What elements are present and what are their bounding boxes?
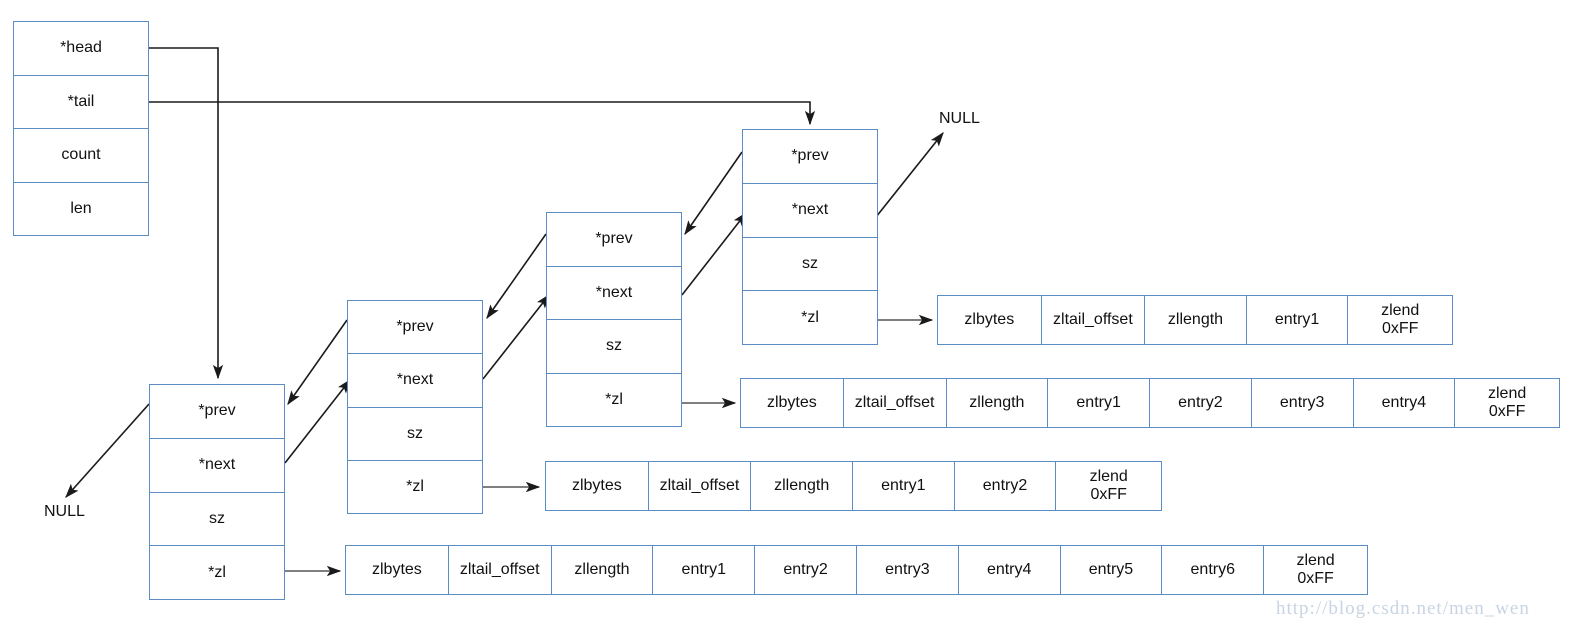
ziplist1-cell-entry5: entry5	[1060, 546, 1163, 594]
ziplist3-cell-entry3: entry3	[1251, 379, 1354, 427]
ziplist3-cell-zllength: zllength	[946, 379, 1049, 427]
ziplist3-cell-entry1: entry1	[1048, 379, 1150, 427]
ziplist3-cell-entry2: entry2	[1150, 379, 1252, 427]
ziplist4-cell-zlbytes: zlbytes	[938, 296, 1042, 344]
null-label-right: NULL	[939, 110, 980, 127]
null-label-left: NULL	[44, 503, 85, 520]
node2-field-zl: *zl	[348, 460, 482, 513]
ziplist3-cell-entry4: entry4	[1353, 379, 1456, 427]
wire-node1-prev-to-null	[65, 403, 150, 498]
quicklist-field-tail: *tail	[14, 75, 148, 129]
ziplist3-cell-zlbytes: zlbytes	[741, 379, 844, 427]
ziplist1-zlend-value: 0xFF	[1297, 570, 1334, 587]
node2-field-next: *next	[348, 354, 482, 408]
ziplist2-zlend-value: 0xFF	[1090, 486, 1127, 503]
ziplist2-cell-entry2: entry2	[954, 462, 1057, 510]
ziplist-node-4: zlbytes zltail_offset zllength entry1 zl…	[937, 295, 1453, 345]
node1-field-next: *next	[150, 438, 284, 493]
ziplist3-cell-zlend: zlend 0xFF	[1455, 379, 1559, 427]
ziplist2-cell-zltail-offset: zltail_offset	[648, 462, 752, 510]
wire-node2-prev-to-node1	[287, 319, 348, 406]
node4-field-prev: *prev	[743, 130, 877, 184]
wire-tail-to-node4	[149, 101, 816, 126]
ziplist-node-3: zlbytes zltail_offset zllength entry1 en…	[740, 378, 1560, 428]
wire-head-to-node1	[149, 47, 224, 380]
ziplist4-zlend-label: zlend	[1381, 301, 1420, 319]
diagram-canvas: *head *tail count len *prev *next sz *zl…	[0, 0, 1575, 630]
ziplist1-cell-zllength: zllength	[551, 546, 654, 594]
quicklist-field-len: len	[14, 182, 148, 235]
wire-node3-next-to-node4	[681, 211, 747, 296]
wire-node3-prev-to-node2	[486, 233, 547, 320]
wire-node4-prev-to-node3	[684, 151, 743, 236]
ziplist-node-1: zlbytes zltail_offset zllength entry1 en…	[345, 545, 1368, 595]
node2-field-prev: *prev	[348, 301, 482, 355]
node4-field-sz: sz	[743, 237, 877, 292]
wire-node4-next-to-null	[875, 131, 944, 218]
ziplist-node-2: zlbytes zltail_offset zllength entry1 en…	[545, 461, 1162, 511]
ziplist4-cell-zllength: zllength	[1145, 296, 1247, 344]
ziplist3-zlend-value: 0xFF	[1488, 403, 1526, 420]
ziplist4-cell-zltail-offset: zltail_offset	[1041, 296, 1146, 344]
quicklist-node-3: *prev *next sz *zl	[546, 212, 682, 427]
wire-node2-next-to-node3	[482, 293, 550, 380]
ziplist3-cell-zltail-offset: zltail_offset	[843, 379, 947, 427]
ziplist2-zlend-label: zlend	[1089, 467, 1128, 485]
ziplist4-zlend-value: 0xFF	[1381, 320, 1419, 337]
ziplist1-cell-entry3: entry3	[856, 546, 959, 594]
node3-field-prev: *prev	[547, 213, 681, 267]
node4-field-next: *next	[743, 183, 877, 238]
ziplist2-cell-zlend: zlend 0xFF	[1056, 462, 1162, 510]
quicklist-field-count: count	[14, 129, 148, 183]
node3-field-next: *next	[547, 266, 681, 320]
node1-field-sz: sz	[150, 492, 284, 547]
ziplist2-cell-entry1: entry1	[853, 462, 955, 510]
node1-field-zl: *zl	[150, 546, 284, 599]
wire-node1-next-to-node2	[284, 378, 351, 464]
node2-field-sz: sz	[348, 407, 482, 461]
quicklist-node-1: *prev *next sz *zl	[149, 384, 285, 600]
ziplist1-cell-entry4: entry4	[958, 546, 1061, 594]
ziplist1-cell-entry6: entry6	[1162, 546, 1265, 594]
ziplist1-zlend-label: zlend	[1296, 551, 1335, 569]
node3-field-sz: sz	[547, 320, 681, 374]
ziplist4-cell-zlend: zlend 0xFF	[1348, 296, 1452, 344]
ziplist3-zlend-label: zlend	[1488, 384, 1527, 402]
node3-field-zl: *zl	[547, 373, 681, 426]
node1-field-prev: *prev	[150, 385, 284, 439]
ziplist1-cell-zlend: zlend 0xFF	[1264, 546, 1367, 594]
ziplist1-cell-zltail-offset: zltail_offset	[448, 546, 552, 594]
ziplist1-cell-entry1: entry1	[653, 546, 756, 594]
quicklist-node-4: *prev *next sz *zl	[742, 129, 878, 345]
watermark: http://blog.csdn.net/men_wen	[1276, 598, 1530, 619]
ziplist4-cell-entry1: entry1	[1246, 296, 1349, 344]
node4-field-zl: *zl	[743, 291, 877, 344]
ziplist2-cell-zllength: zllength	[751, 462, 854, 510]
quicklist-struct: *head *tail count len	[13, 21, 149, 236]
quicklist-node-2: *prev *next sz *zl	[347, 300, 483, 514]
quicklist-field-head: *head	[14, 22, 148, 76]
ziplist1-cell-zlbytes: zlbytes	[346, 546, 449, 594]
ziplist2-cell-zlbytes: zlbytes	[546, 462, 649, 510]
ziplist1-cell-entry2: entry2	[755, 546, 857, 594]
